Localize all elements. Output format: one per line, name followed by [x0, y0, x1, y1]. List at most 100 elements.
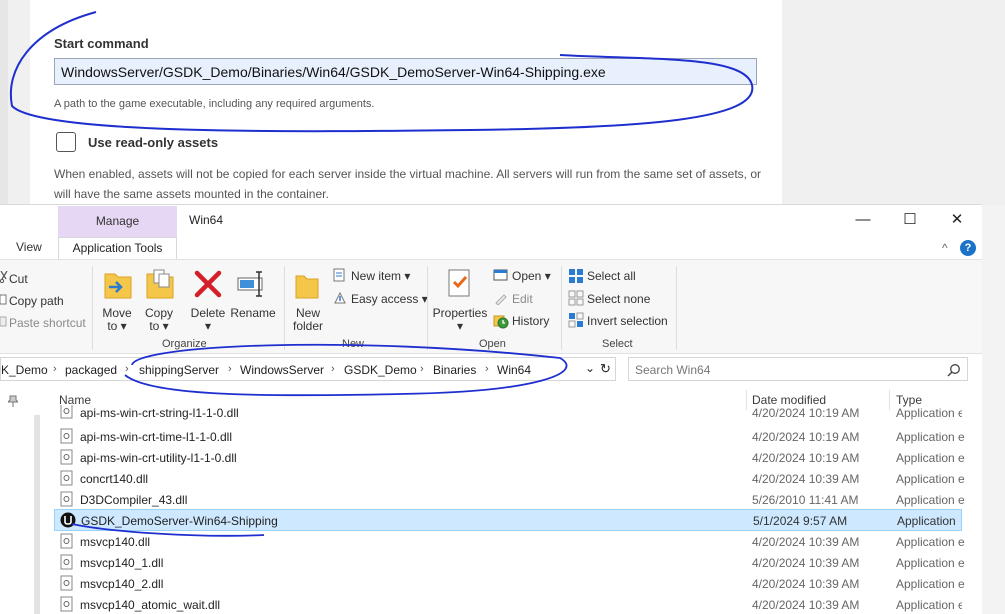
delete-dropdown: ▾ — [204, 319, 212, 333]
file-date: 4/20/2024 10:39 AM — [752, 577, 860, 591]
tab-application-tools[interactable]: Application Tools — [58, 237, 177, 259]
ribbon-separator — [427, 266, 428, 350]
search-placeholder: Search Win64 — [635, 363, 711, 377]
breadcrumb-chevron-icon[interactable]: › — [485, 363, 489, 375]
file-type: Application e — [896, 493, 965, 507]
new-folder-button[interactable]: New folder — [288, 307, 328, 333]
tab-manage[interactable]: Manage — [58, 206, 177, 237]
file-name: api-ms-win-crt-utility-l1-1-0.dll — [80, 451, 237, 465]
file-date: 4/20/2024 10:19 AM — [752, 451, 860, 465]
ribbon-collapse-icon[interactable]: ^ — [942, 241, 948, 255]
select-all-button[interactable]: Select all — [587, 269, 636, 283]
breadcrumb-chevron-icon[interactable]: › — [53, 363, 57, 375]
read-only-assets-checkbox[interactable] — [56, 132, 76, 152]
file-date: 4/20/2024 10:39 AM — [752, 556, 860, 570]
new-item-button[interactable]: New item ▾ — [351, 269, 410, 283]
dll-file-icon — [60, 405, 73, 419]
breadcrumb-item[interactable]: shippingServer — [139, 363, 219, 377]
ribbon-separator — [561, 266, 562, 350]
navigation-scrollbar[interactable] — [34, 415, 40, 614]
ribbon-separator — [676, 266, 677, 350]
window-title: Win64 — [189, 213, 224, 227]
address-dropdown-icon[interactable]: ⌄ — [585, 361, 595, 375]
file-type: Application e — [896, 430, 965, 444]
breadcrumb-item[interactable]: K_Demo — [1, 363, 48, 377]
refresh-icon[interactable]: ↻ — [600, 361, 611, 377]
file-row[interactable]: msvcp140_atomic_wait.dll 4/20/2024 10:39… — [54, 594, 962, 614]
file-name: GSDK_DemoServer-Win64-Shipping — [81, 514, 278, 528]
tab-view[interactable]: View — [16, 240, 42, 254]
start-command-help: A path to the game executable, including… — [54, 98, 375, 110]
cut-button[interactable]: Cut — [9, 272, 28, 286]
start-command-input[interactable] — [54, 58, 757, 85]
invert-selection-button[interactable]: Invert selection — [587, 314, 668, 328]
delete-button[interactable]: Delete ▾ — [188, 307, 228, 333]
open-button[interactable]: Open ▾ — [512, 269, 551, 283]
file-date: 4/20/2024 10:19 AM — [752, 430, 860, 444]
paste-shortcut-button[interactable]: Paste shortcut — [9, 316, 86, 330]
breadcrumb-item[interactable]: WindowsServer — [240, 363, 324, 377]
dll-file-icon — [60, 533, 73, 549]
breadcrumb-chevron-icon[interactable]: › — [228, 363, 232, 375]
help-icon[interactable]: ? — [960, 240, 976, 256]
close-button[interactable]: ✕ — [942, 209, 972, 231]
file-type: Application — [897, 514, 956, 528]
breadcrumb-chevron-icon[interactable]: › — [125, 363, 129, 375]
file-row[interactable]: D3DCompiler_43.dll 5/26/2010 11:41 AM Ap… — [54, 489, 965, 510]
select-none-button[interactable]: Select none — [587, 292, 650, 306]
ribbon-tabs: View Application Tools ^ ? — [0, 237, 982, 259]
file-row-selected[interactable]: GSDK_DemoServer-Win64-Shipping 5/1/2024 … — [54, 509, 962, 531]
copy-path-button[interactable]: Copy path — [9, 294, 64, 308]
file-row[interactable]: concrt140.dll 4/20/2024 10:39 AM Applica… — [54, 468, 965, 489]
history-button[interactable]: History — [512, 314, 549, 328]
properties-button[interactable]: Properties ▾ — [432, 307, 488, 333]
web-left-strip — [0, 0, 8, 205]
file-name: msvcp140_1.dll — [80, 556, 164, 570]
search-input[interactable]: Search Win64 — [628, 357, 968, 381]
file-row[interactable]: msvcp140_2.dll 4/20/2024 10:39 AM Applic… — [54, 573, 965, 594]
read-only-assets-label[interactable]: Use read-only assets — [88, 135, 218, 150]
file-name: D3DCompiler_43.dll — [80, 493, 188, 507]
dll-file-icon — [60, 470, 73, 486]
maximize-button[interactable]: ☐ — [895, 209, 925, 231]
file-row[interactable]: api-ms-win-crt-time-l1-1-0.dll 4/20/2024… — [54, 426, 965, 447]
dll-file-icon — [60, 575, 73, 591]
read-only-assets-description: When enabled, assets will not be copied … — [54, 167, 761, 201]
select-none-icon — [568, 290, 584, 306]
file-name: api-ms-win-crt-string-l1-1-0.dll — [80, 406, 239, 420]
dll-file-icon — [60, 596, 73, 612]
navigation-pane[interactable] — [0, 385, 40, 614]
delete-icon — [194, 270, 222, 298]
breadcrumb-item[interactable]: packaged — [65, 363, 117, 377]
new-folder-label-2: folder — [292, 319, 324, 333]
pin-icon[interactable] — [8, 395, 18, 407]
edit-button[interactable]: Edit — [512, 292, 533, 306]
ribbon: Cut Copy path Paste shortcut Move to ▾ Co… — [0, 259, 982, 354]
move-to-icon — [104, 273, 132, 299]
properties-icon — [448, 269, 470, 297]
start-command-label: Start command — [54, 36, 149, 51]
edit-icon — [495, 294, 507, 305]
breadcrumb-item[interactable]: Binaries — [433, 363, 476, 377]
easy-access-button[interactable]: Easy access ▾ — [351, 292, 428, 306]
minimize-button[interactable]: — — [848, 209, 878, 231]
breadcrumb-item[interactable]: GSDK_Demo — [344, 363, 417, 377]
breadcrumb-chevron-icon[interactable]: › — [331, 363, 335, 375]
file-type: Application e — [896, 598, 962, 612]
breadcrumb[interactable]: K_Demo › packaged › shippingServer › Win… — [0, 357, 616, 381]
invert-selection-icon — [568, 312, 584, 328]
file-type: Application e — [896, 556, 965, 570]
breadcrumb-chevron-icon[interactable]: › — [420, 363, 424, 375]
file-name: msvcp140_2.dll — [80, 577, 164, 591]
file-row[interactable]: msvcp140_1.dll 4/20/2024 10:39 AM Applic… — [54, 552, 965, 573]
file-row[interactable]: msvcp140.dll 4/20/2024 10:39 AM Applicat… — [54, 531, 965, 552]
select-group-label: Select — [602, 338, 633, 350]
copy-to-button[interactable]: Copy to ▾ — [140, 307, 178, 333]
breadcrumb-current[interactable]: Win64 — [497, 363, 531, 377]
file-explorer-window: Manage Win64 — ☐ ✕ View Application Tool… — [0, 204, 982, 614]
move-to-button[interactable]: Move to ▾ — [98, 307, 136, 333]
copy-to-dropdown: to ▾ — [149, 319, 169, 333]
rename-button[interactable]: Rename — [230, 307, 276, 320]
file-row[interactable]: api-ms-win-crt-utility-l1-1-0.dll 4/20/2… — [54, 447, 965, 468]
file-row[interactable]: api-ms-win-crt-string-l1-1-0.dll 4/20/20… — [54, 405, 962, 423]
